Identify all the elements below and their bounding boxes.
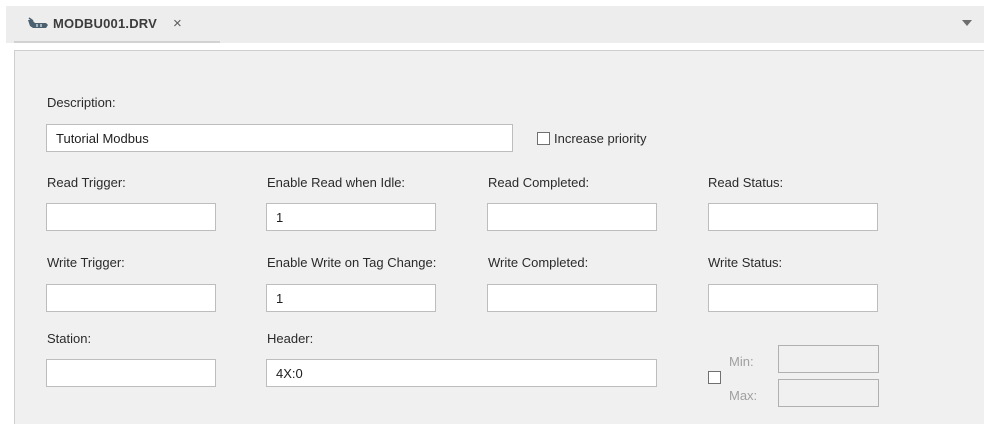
document-tabstrip: MODBU001.DRV × [6,6,984,43]
min-field[interactable] [778,345,879,373]
enable-write-change-label: Enable Write on Tag Change: [267,255,437,270]
description-input[interactable] [46,124,513,152]
read-status-field[interactable] [708,203,878,231]
write-trigger-field[interactable] [46,284,216,312]
increase-priority-checkbox[interactable] [537,132,550,145]
read-status-label: Read Status: [708,175,784,190]
chevron-down-icon[interactable] [962,20,972,26]
write-status-field[interactable] [708,284,878,312]
tab-modbu001[interactable]: MODBU001.DRV × [14,6,220,43]
driver-settings-panel: Description: Increase priority Read Trig… [14,50,984,424]
header-field[interactable] [266,359,657,387]
read-completed-field[interactable] [487,203,657,231]
enable-write-change-field[interactable] [266,284,436,312]
write-completed-field[interactable] [487,284,657,312]
min-label: Min: [729,354,754,369]
max-label: Max: [729,388,758,403]
description-label: Description: [47,95,116,110]
read-trigger-field[interactable] [46,203,216,231]
write-completed-label: Write Completed: [488,255,589,270]
header-label: Header: [267,331,314,346]
enable-read-idle-label: Enable Read when Idle: [267,175,406,190]
write-status-label: Write Status: [708,255,783,270]
station-label: Station: [47,331,92,346]
write-trigger-label: Write Trigger: [47,255,125,270]
station-field[interactable] [46,359,216,387]
increase-priority-label: Increase priority [554,131,647,146]
read-trigger-label: Read Trigger: [47,175,126,190]
driver-icon [28,16,48,28]
max-field[interactable] [778,379,879,407]
enable-read-idle-field[interactable] [266,203,436,231]
read-completed-label: Read Completed: [488,175,590,190]
tab-title: MODBU001.DRV [53,16,158,31]
close-icon[interactable]: × [173,16,182,31]
min-max-checkbox[interactable] [708,371,721,384]
